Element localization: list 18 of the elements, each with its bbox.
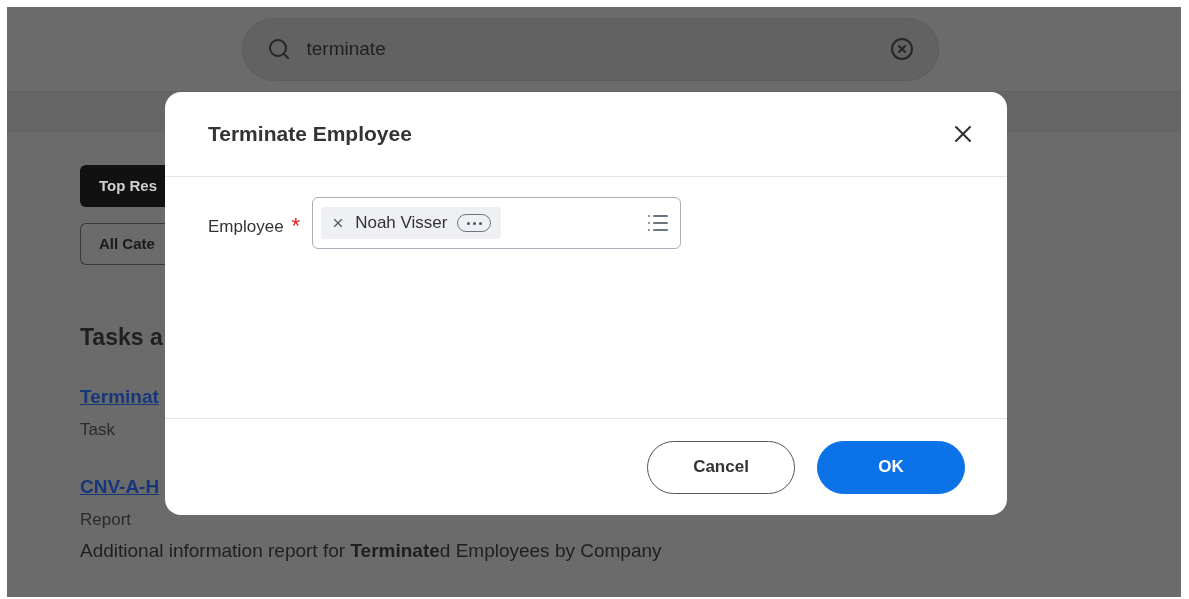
cancel-button[interactable]: Cancel (647, 440, 795, 494)
result-link[interactable]: CNV-A-H (80, 472, 160, 501)
section-heading: Tasks a (80, 323, 163, 352)
field-label: Employee (208, 216, 284, 238)
ok-button[interactable]: OK (817, 440, 965, 494)
search-field[interactable]: terminate (241, 17, 939, 81)
search-input[interactable]: terminate (306, 34, 874, 64)
dialog-title: Terminate Employee (208, 121, 412, 148)
required-mark: * (291, 212, 301, 240)
result-type: Report (80, 509, 133, 531)
result-link[interactable]: Terminat (80, 382, 159, 411)
employee-field[interactable]: Noah Visser (312, 197, 682, 249)
result-type: Task (80, 419, 116, 441)
search-icon (266, 37, 291, 61)
clear-icon[interactable] (889, 37, 914, 61)
filter-tab[interactable]: Top Res (80, 165, 165, 207)
result-description: Additional information report for Terminated Employees by Company (80, 538, 663, 563)
token-label: Noah Visser (355, 212, 448, 235)
